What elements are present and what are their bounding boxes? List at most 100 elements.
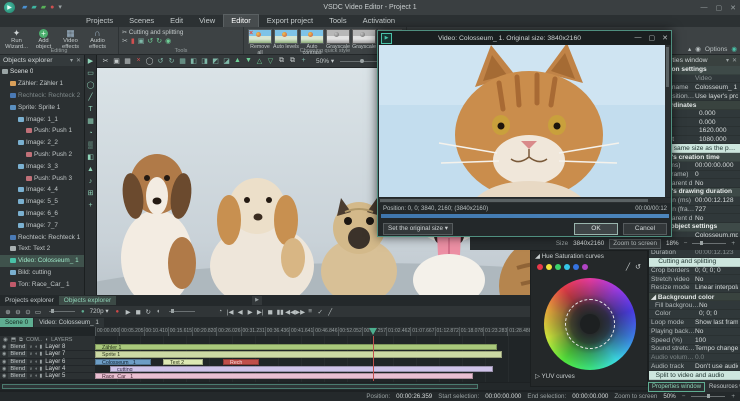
record-icon[interactable]: ● <box>116 309 120 315</box>
canvas-toolbar-icon[interactable]: ✂ <box>100 57 111 65</box>
quick-access-icon[interactable]: ▰ <box>22 0 27 15</box>
tree-item[interactable]: Push: Push 3 <box>0 172 84 184</box>
tree-item[interactable]: Image: 7_7 <box>0 219 84 231</box>
timeline-zoom-slider[interactable] <box>49 311 75 312</box>
maximize-icon[interactable]: ▢ <box>716 4 723 12</box>
tree-item[interactable]: Image: 1_1 <box>0 113 84 125</box>
preview-zoom-slider[interactable] <box>692 243 726 244</box>
quick-access-icon[interactable]: ● <box>50 0 54 15</box>
menu-item[interactable]: Editor <box>223 14 259 28</box>
add-object-button[interactable]: +Add object <box>30 28 57 50</box>
speaker-icon[interactable]: ◖ <box>35 366 38 372</box>
canvas-tool-icon[interactable]: ⊞ <box>88 190 94 198</box>
options-gear-icon[interactable]: ◉ <box>695 45 701 53</box>
explorer-tab[interactable]: Projects explorer <box>0 296 59 305</box>
property-row[interactable]: Audio volume (dB) 0.0 <box>649 354 740 363</box>
menu-item[interactable]: Edit <box>162 14 191 28</box>
hue-color-wheel[interactable] <box>544 278 636 370</box>
timeline-clip[interactable]: Colosseum_ 1 <box>95 359 151 365</box>
blend-mode-dropdown[interactable]: Blend <box>8 373 27 379</box>
playhead-handle[interactable] <box>369 328 377 335</box>
canvas-toolbar-icon[interactable]: × <box>133 57 144 65</box>
canvas-tool-icon[interactable]: + <box>88 202 92 210</box>
preview-titlebar[interactable]: ▶ Video: Colosseum_ 1. Original size: 38… <box>378 31 671 45</box>
zoom-out-icon[interactable]: − <box>684 240 688 247</box>
eye-icon[interactable]: ◉ <box>2 351 6 357</box>
transport-icon[interactable]: ▶▶ <box>295 308 305 316</box>
canvas-toolbar-icon[interactable]: + <box>298 57 309 65</box>
canvas-tool-icon[interactable]: ◯ <box>87 82 95 90</box>
tree-item[interactable]: Video: Colosseum_ 1 <box>0 255 84 267</box>
timeline-zoom-icon[interactable]: ⊙ <box>23 308 33 316</box>
property-row[interactable]: ◢ Background color <box>649 293 740 302</box>
transport-icon[interactable]: ╱ <box>325 308 335 316</box>
close-icon[interactable]: ✕ <box>76 57 81 64</box>
canvas-toolbar-icon[interactable]: ◪ <box>221 57 232 65</box>
menu-item[interactable]: Activation <box>355 14 404 28</box>
pin-icon[interactable]: ▾ <box>726 57 729 64</box>
color-dot[interactable] <box>555 264 561 270</box>
canvas-toolbar-icon[interactable]: ↺ <box>155 57 166 65</box>
audio-effects-button[interactable]: ∩Audio effects <box>84 28 111 50</box>
zoom-in-icon[interactable]: + <box>731 240 735 247</box>
video-preview-window[interactable]: ▶ Video: Colosseum_ 1. Original size: 38… <box>377 30 672 237</box>
tree-item[interactable]: Scene 0 <box>0 66 84 78</box>
property-row[interactable]: Speed (%) 100 <box>649 336 740 345</box>
property-row[interactable]: Loop mode Show last frame at the <box>649 319 740 328</box>
property-row[interactable]: Resize mode Linear interpolation <box>649 284 740 293</box>
tree-item[interactable]: Image: 5_5 <box>0 196 84 208</box>
tree-item[interactable]: Zähler: Zähler 1 <box>0 78 84 90</box>
tree-item[interactable]: Rechteck: Rechteck 1 <box>0 231 84 243</box>
menu-item[interactable]: Export project <box>259 14 321 28</box>
collapse-ribbon-icon[interactable]: ▴ <box>688 45 691 53</box>
speaker-icon[interactable]: ◖ <box>35 344 38 350</box>
tool-icon[interactable]: ▣ <box>138 37 145 45</box>
menu-item[interactable]: View <box>191 14 223 28</box>
tree-item[interactable]: Image: 6_6 <box>0 208 84 220</box>
scene-tab[interactable]: Scene 0 <box>0 318 33 327</box>
canvas-toolbar-icon[interactable]: ▼ <box>243 57 254 65</box>
tool-icon[interactable]: ↺ <box>147 37 153 45</box>
timeline-clip[interactable]: Zähler 1 <box>95 344 497 350</box>
canvas-tool-icon[interactable]: ▲ <box>87 166 94 174</box>
run-wizard-button[interactable]: ✦Run Wizard... <box>3 28 30 50</box>
layer-row[interactable]: ◉ Blend ∨ ◖ ▮ Layer 5 <box>0 373 95 380</box>
canvas-toolbar-icon[interactable]: ↻ <box>166 57 177 65</box>
eye-icon[interactable]: ◉ <box>2 344 6 350</box>
timeline-zoom-icon[interactable]: ▭ <box>33 308 43 316</box>
property-row[interactable]: Duration 00:00:12.123 <box>649 249 740 258</box>
preview-vertical-scrollbar[interactable] <box>665 45 670 197</box>
tree-item[interactable]: Bild: cutting <box>0 267 84 279</box>
transport-icon[interactable]: ◀ <box>235 308 245 316</box>
tree-item[interactable]: Sprite: Sprite 1 <box>0 101 84 113</box>
close-icon[interactable]: ✕ <box>662 34 668 42</box>
transport-icon[interactable]: ◀◀ <box>285 308 295 316</box>
eye-icon[interactable]: ◉ <box>2 366 6 372</box>
close-icon[interactable]: ✕ <box>730 4 736 12</box>
layer-row[interactable]: ◉ Blend ∨ ◖ ▮ Layer 7 <box>0 351 95 358</box>
yuv-curves-header[interactable]: ▷ YUV curves <box>535 373 575 380</box>
quick-access-icon[interactable]: ▾ <box>58 0 62 15</box>
timeline-clip[interactable]: Text 2 <box>163 359 203 365</box>
eye-icon[interactable]: ◉ <box>2 373 6 379</box>
ok-button[interactable]: OK <box>574 223 618 235</box>
playback-icon[interactable]: ◖ <box>153 308 163 316</box>
layer-row[interactable]: ◉ Blend ∨ ◖ ▮ Layer 8 <box>0 344 95 351</box>
preview-horizontal-scrollbar[interactable] <box>379 198 671 203</box>
canvas-toolbar-icon[interactable]: △ <box>254 57 265 65</box>
tool-icon[interactable]: ◉ <box>165 37 171 45</box>
color-dot[interactable] <box>546 264 552 270</box>
canvas-tool-icon[interactable]: ▭ <box>87 70 94 78</box>
canvas-tool-icon[interactable]: T <box>88 106 92 114</box>
chevron-down-icon[interactable]: ∨ <box>29 366 32 372</box>
tree-item[interactable]: Push: Push 1 <box>0 125 84 137</box>
hue-saturation-header[interactable]: ◢ Hue Saturation curves <box>531 251 647 262</box>
property-row[interactable]: Stretch video No <box>649 275 740 284</box>
canvas-tool-icon[interactable]: ♪ <box>89 178 93 186</box>
menu-item[interactable]: Projects <box>78 14 121 28</box>
minimize-icon[interactable]: — <box>635 34 642 42</box>
options-button[interactable]: Options <box>705 46 727 53</box>
blend-mode-dropdown[interactable]: Blend <box>8 344 27 350</box>
property-row[interactable]: Crop borders 0; 0; 0; 0 <box>649 267 740 276</box>
transport-icon[interactable]: ▶ <box>245 308 255 316</box>
